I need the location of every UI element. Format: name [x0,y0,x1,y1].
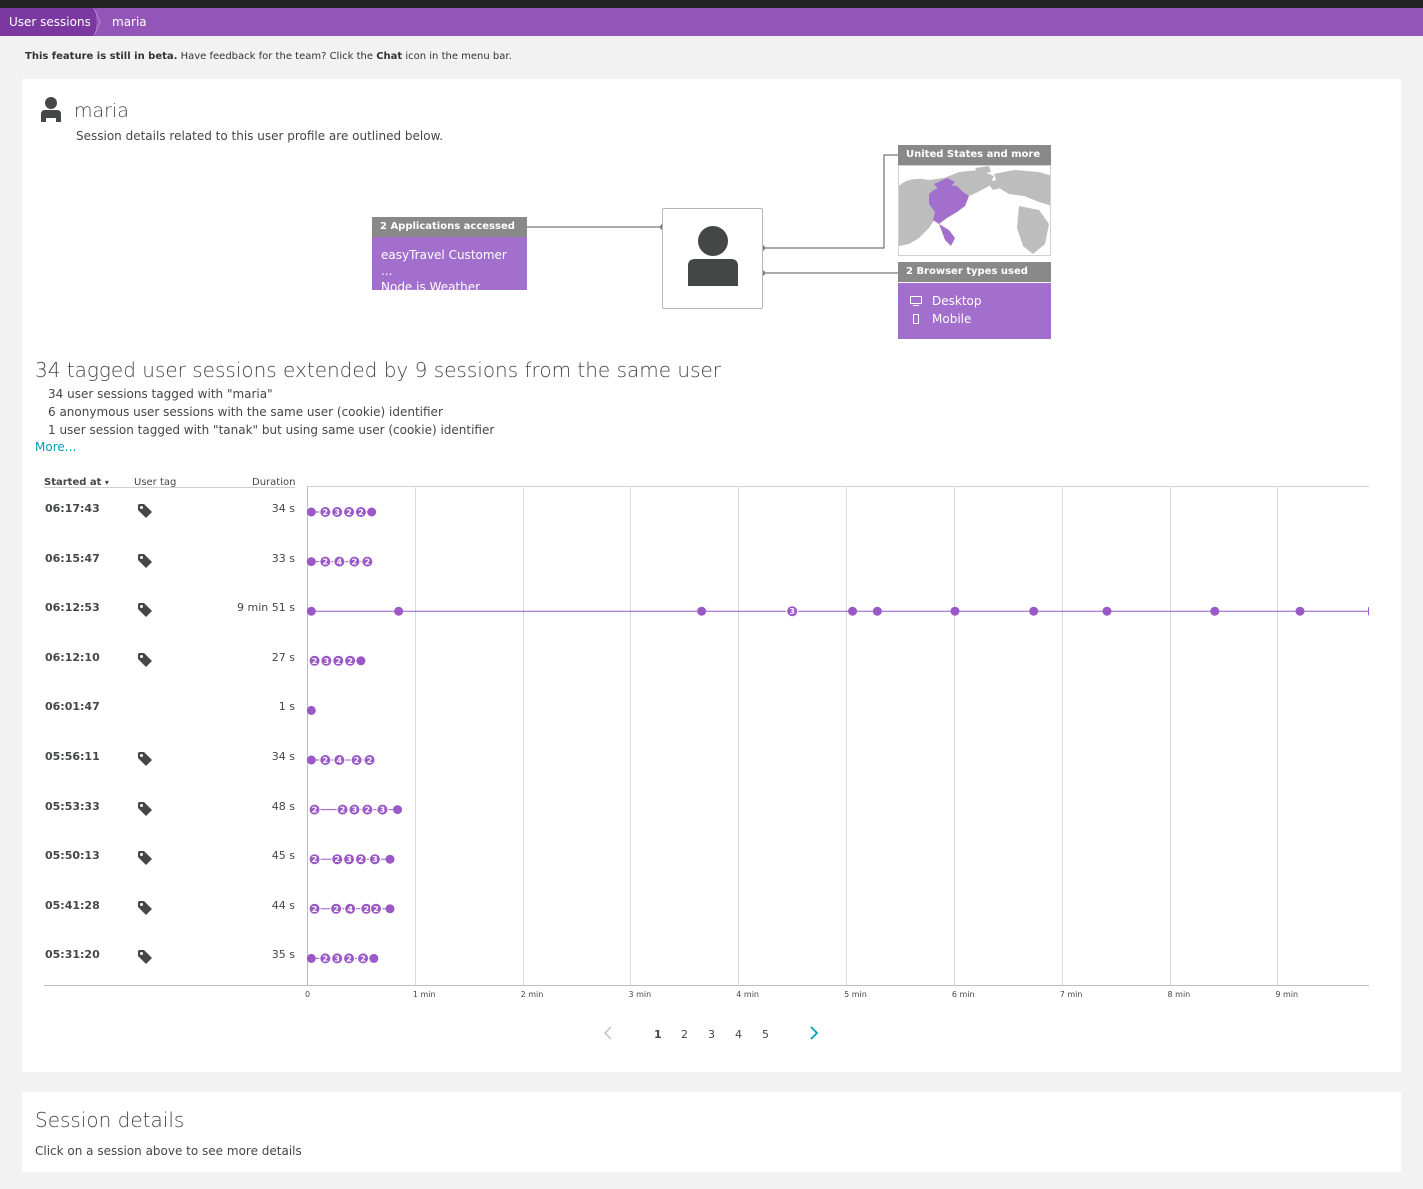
column-header-duration[interactable]: Duration [252,477,295,488]
user-profile-card [662,208,763,309]
browsers-list[interactable]: Desktop Mobile [898,283,1051,339]
row-duration: 35 s [271,948,295,962]
x-tick-label: 0 [305,990,311,999]
row-duration: 44 s [271,898,295,912]
row-duration: 27 s [271,650,295,664]
x-tick-label: 2 min [520,990,544,999]
row-duration: 48 s [271,799,295,813]
page-link[interactable]: 5 [762,1028,769,1041]
page-link[interactable]: 1 [654,1028,662,1041]
x-tick-label: 8 min [1167,990,1191,999]
x-tick-label: 1 min [412,990,436,999]
world-map[interactable] [898,165,1051,256]
tag-icon[interactable] [137,602,153,618]
browser-item-desktop[interactable]: Desktop [910,292,1039,310]
row-started-at[interactable]: 06:12:10 [45,651,100,664]
tag-icon[interactable] [137,652,153,668]
tag-icon[interactable] [137,751,153,767]
row-duration: 33 s [271,551,295,565]
tag-icon[interactable] [137,850,153,866]
page-link[interactable]: 4 [735,1028,742,1041]
summary-line: 34 user sessions tagged with "maria" [48,387,273,401]
profile-connectors [527,154,898,276]
tag-icon[interactable] [137,553,153,569]
row-duration: 9 min 51 s [237,601,295,615]
x-tick-label: 3 min [628,990,652,999]
browser-label: Desktop [932,294,982,308]
row-started-at[interactable]: 06:12:53 [45,601,100,614]
row-started-at[interactable]: 05:53:33 [45,800,100,813]
apps-list[interactable]: easyTravel Customer ... Node.js Weather [372,237,527,294]
tag-icon[interactable] [137,503,153,519]
mobile-icon [913,314,919,324]
row-duration: 45 s [271,849,295,863]
x-tick-label: 5 min [844,990,867,999]
x-tick-label: 6 min [951,990,975,999]
session-details-subtitle: Click on a session above to see more det… [35,1144,302,1158]
app-item[interactable]: easyTravel Customer ... [381,247,518,279]
x-tick-label: 9 min [1275,990,1299,999]
tag-icon[interactable] [137,801,153,817]
row-started-at[interactable]: 06:17:43 [45,502,100,515]
previous-page-icon[interactable] [600,1024,616,1042]
x-tick-label: 4 min [736,990,759,999]
page-link[interactable]: 2 [681,1028,688,1041]
geo-header: United States and more [898,145,1051,165]
sessions-summary-title: 34 tagged user sessions extended by 9 se… [35,358,722,382]
row-started-at[interactable]: 05:56:11 [45,750,100,763]
sort-descending-icon: ▾ [104,478,109,487]
row-started-at[interactable]: 05:31:20 [45,948,100,961]
tag-icon[interactable] [137,949,153,965]
browser-item-mobile[interactable]: Mobile [910,310,1039,328]
row-duration: 1 s [278,700,295,714]
tag-icon[interactable] [137,900,153,916]
apps-header: 2 Applications accessed [372,217,527,237]
x-tick-label: 7 min [1059,990,1083,999]
browser-label: Mobile [932,312,972,326]
browsers-header: 2 Browser types used [898,262,1051,282]
app-item[interactable]: Node.js Weather [381,279,518,295]
row-started-at[interactable]: 06:01:47 [45,700,100,713]
more-link[interactable]: More... [35,440,76,454]
desktop-icon [910,296,922,306]
session-details-title: Session details [35,1108,185,1132]
row-started-at[interactable]: 06:15:47 [45,552,100,565]
summary-line: 6 anonymous user sessions with the same … [48,405,443,419]
user-avatar-icon [688,226,738,286]
column-header-started-label: Started at [44,477,102,488]
row-duration: 34 s [271,750,295,763]
row-duration: 34 s [271,502,295,515]
column-header-started-at[interactable]: Started at ▾ [44,477,109,488]
page-link[interactable]: 3 [708,1028,715,1041]
summary-line: 1 user session tagged with "tanak" but u… [48,423,495,437]
row-started-at[interactable]: 05:41:28 [45,899,100,912]
next-page-icon[interactable] [806,1024,822,1042]
session-details-panel [22,1092,1401,1172]
world-map-icon [899,166,1050,254]
row-started-at[interactable]: 05:50:13 [45,849,100,862]
column-header-user-tag[interactable]: User tag [134,477,176,488]
